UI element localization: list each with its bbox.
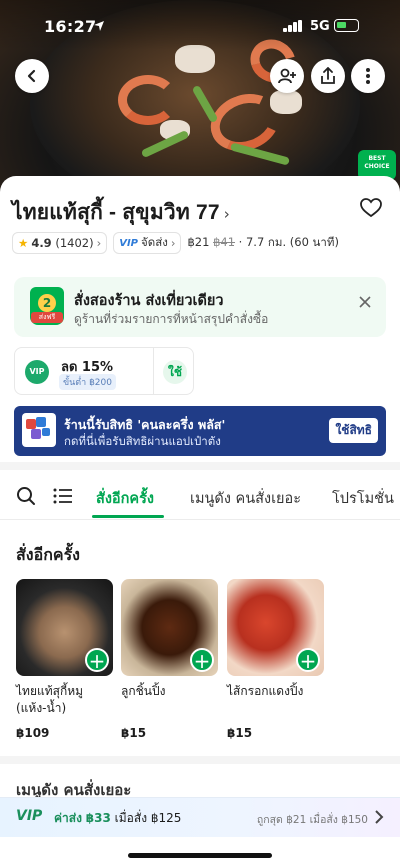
rights-banner-subtitle: กดที่นี่เพื่อรับสิทธิผ่านแอปเป๋าตัง <box>64 434 221 448</box>
half-half-logo-icon <box>22 413 56 447</box>
delivery-label: จัดส่ง <box>141 235 168 249</box>
vip-fee-prefix: ค่าส่ง <box>54 811 82 825</box>
status-time: 16:27 <box>44 17 97 36</box>
distance-time: · 7.7 กม. (60 นาที) <box>238 235 339 249</box>
signal-icon <box>283 20 303 32</box>
delivery-chip[interactable]: VIP จัดส่ง › <box>113 232 182 254</box>
store-chips: ★ 4.9 (1402) › VIP จัดส่ง › ฿21 ฿41 · 7.… <box>12 231 339 255</box>
add-item-button[interactable]: + <box>190 648 214 673</box>
item-name: ลูกชิ้นปิ้ง <box>121 684 166 698</box>
section-title: สั่งอีกครั้ง <box>16 545 80 564</box>
search-icon[interactable] <box>16 486 36 506</box>
review-count: (1402) <box>55 236 94 250</box>
bag-tag: ส่งฟรี <box>31 312 63 323</box>
active-tab-indicator <box>92 515 164 518</box>
item-price: ฿109 <box>16 726 50 740</box>
add-item-button[interactable]: + <box>85 648 109 673</box>
vip-label: VIP <box>119 237 138 249</box>
share-icon <box>321 67 335 84</box>
chevron-right-icon: › <box>170 236 176 250</box>
use-rights-button[interactable]: ใช้สิทธิ <box>329 418 378 443</box>
vip-badge: VIP <box>25 360 49 384</box>
promo-subtitle: ดูร้านที่ร่วมรายการที่หน้าสรุปคำสั่งซื้อ <box>74 312 269 326</box>
delivery-fee-original: ฿41 <box>213 235 236 249</box>
use-voucher-button[interactable]: ใช้ <box>163 360 187 384</box>
group-order-button[interactable] <box>270 59 304 93</box>
tab-promotions[interactable]: โปรโมชั่น <box>332 487 394 510</box>
back-arrow-icon <box>27 69 36 83</box>
two-store-promo-banner[interactable]: 2 ส่งฟรี สั่งสองร้าน ส่งเที่ยวเดียว ดูร้… <box>14 277 386 337</box>
menu-item-card[interactable]: + ไทยแท้สุกี้หมู (แห้ง-น้ำ) ฿109 <box>16 579 113 740</box>
delivery-fee: ฿21 <box>187 235 210 249</box>
network-label: 5G <box>310 19 330 34</box>
store-name[interactable]: ไทยแท้สุกี้ - สุขุมวิท 77 <box>12 201 220 224</box>
menu-item-card[interactable]: + ไส้กรอกแดงปิ้ง ฿15 <box>227 579 324 740</box>
plus-icon: + <box>88 649 106 673</box>
store-info-sheet: ไทยแท้สุกี้ - สุขุมวิท 77 › ★ 4.9 (1402) … <box>0 176 400 476</box>
close-icon[interactable] <box>358 295 372 309</box>
vip-delivery-bar[interactable]: VIP ค่าส่ง ฿33 เมื่อสั่ง ฿125 ถูกสุด ฿21… <box>0 797 400 837</box>
menu-tabs: สั่งอีกครั้ง เมนูดัง คนสั่งเยอะ โปรโมชั่… <box>0 478 400 520</box>
add-item-button[interactable]: + <box>296 648 320 673</box>
more-icon <box>366 68 370 84</box>
star-icon: ★ <box>18 236 29 250</box>
list-icon[interactable] <box>53 488 73 504</box>
vip-voucher-card[interactable]: VIP ลด 15% ขั้นต่ำ ฿200 ใช้ <box>14 347 194 395</box>
rating-chip[interactable]: ★ 4.9 (1402) › <box>12 232 108 254</box>
section-divider <box>0 462 400 470</box>
menu-item-card[interactable]: + ลูกชิ้นปิ้ง ฿15 <box>121 579 218 740</box>
tab-popular-menu[interactable]: เมนูดัง คนสั่งเยอะ <box>190 487 301 510</box>
chevron-right-icon: › <box>96 236 102 250</box>
delivery-fee-info: ฿21 ฿41 · 7.7 กม. (60 นาที) <box>187 234 339 252</box>
back-button[interactable] <box>15 59 49 93</box>
vip-secondary-offer: ถูกสุด ฿21 เมื่อสั่ง ฿150 <box>256 814 368 826</box>
home-indicator <box>128 853 272 858</box>
heart-icon[interactable] <box>360 198 382 218</box>
rights-banner[interactable]: ร้านนี้รับสิทธิ 'คนละครึ่ง พลัส' กดที่นี… <box>14 406 386 456</box>
tab-order-again[interactable]: สั่งอีกครั้ง <box>96 487 154 510</box>
share-button[interactable] <box>311 59 345 93</box>
plus-icon: + <box>299 649 317 673</box>
item-price: ฿15 <box>227 726 253 740</box>
section-divider <box>0 756 400 764</box>
item-price: ฿15 <box>121 726 147 740</box>
plus-icon: + <box>193 649 211 673</box>
item-name: ไทยแท้สุกี้หมู (แห้ง-น้ำ) <box>16 684 84 715</box>
vip-tag: VIP <box>16 808 43 824</box>
location-arrow-icon <box>94 21 104 31</box>
more-options-button[interactable] <box>351 59 385 93</box>
vip-fee-suffix: เมื่อสั่ง ฿125 <box>114 811 182 825</box>
vip-delivery-offer: ค่าส่ง ฿33 เมื่อสั่ง ฿125 <box>54 809 181 828</box>
chevron-right-icon: › <box>223 205 230 223</box>
bag-number: 2 <box>38 294 56 312</box>
item-name: ไส้กรอกแดงปิ้ง <box>227 684 304 698</box>
rating-value: 4.9 <box>31 236 52 250</box>
battery-icon <box>334 19 359 32</box>
status-bar: 16:27 5G <box>0 0 400 50</box>
store-title-row[interactable]: ไทยแท้สุกี้ - สุขุมวิท 77 › <box>12 196 388 226</box>
vip-fee-amount: ฿33 <box>85 811 111 825</box>
voucher-minimum: ขั้นต่ำ ฿200 <box>59 374 116 390</box>
shopping-bag-icon: 2 ส่งฟรี <box>30 287 64 325</box>
chevron-right-icon <box>375 810 384 824</box>
add-friend-icon <box>278 68 296 84</box>
promo-title: สั่งสองร้าน ส่งเที่ยวเดียว <box>74 293 224 309</box>
rights-banner-title: ร้านนี้รับสิทธิ 'คนละครึ่ง พลัส' <box>64 417 226 432</box>
